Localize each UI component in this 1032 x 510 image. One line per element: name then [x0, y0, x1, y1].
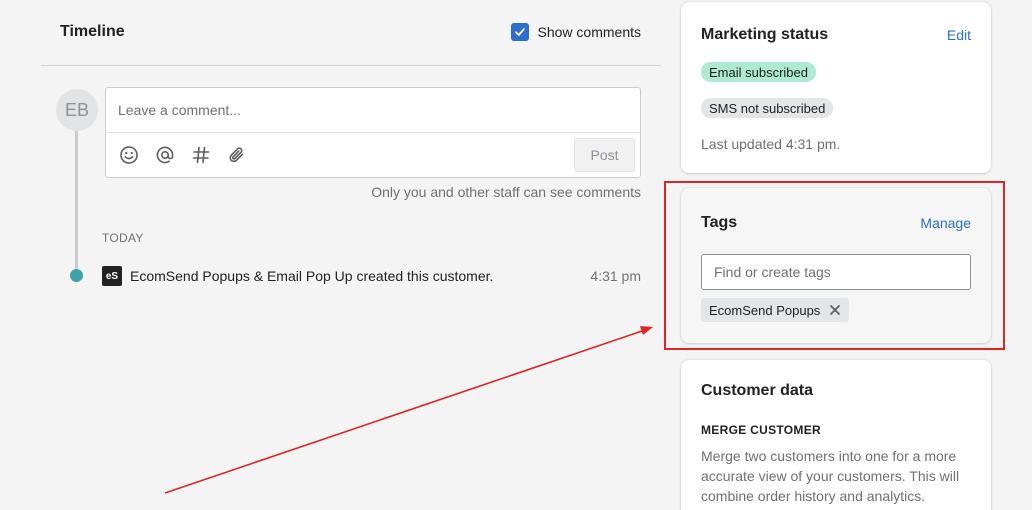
show-comments-toggle[interactable]: Show comments: [510, 23, 641, 41]
timeline-event: eS EcomSend Popups & Email Pop Up create…: [102, 266, 641, 286]
customer-data-card: Customer data MERGE CUSTOMER Merge two c…: [681, 360, 991, 510]
merge-customer-heading: MERGE CUSTOMER: [701, 423, 821, 437]
timeline-title: Timeline: [60, 23, 125, 40]
customer-data-title: Customer data: [701, 382, 814, 399]
email-subscribed-badge: Email subscribed: [701, 62, 816, 82]
event-time: 4:31 pm: [590, 268, 641, 284]
attachment-icon[interactable]: [226, 144, 248, 166]
timeline-section: Timeline Show comments EB Post O: [41, 0, 661, 510]
checkmark-icon: [514, 28, 525, 36]
merge-customer-description: Merge two customers into one for a more …: [701, 448, 960, 504]
emoji-icon[interactable]: [118, 144, 140, 166]
comment-box: Post: [105, 87, 641, 178]
annotation-highlight-box: [664, 181, 1005, 350]
day-label: TODAY: [102, 231, 144, 245]
comment-input[interactable]: [106, 88, 640, 133]
last-updated-text: Last updated 4:31 pm.: [701, 136, 841, 152]
event-text: EcomSend Popups & Email Pop Up created t…: [130, 268, 494, 284]
marketing-status-title: Marketing status: [701, 26, 829, 43]
edit-marketing-link[interactable]: Edit: [947, 27, 971, 43]
timeline-line: [75, 120, 78, 272]
ecomsend-logo-icon: eS: [102, 266, 122, 286]
timeline-dot: [70, 269, 83, 282]
sms-not-subscribed-badge: SMS not subscribed: [701, 98, 834, 118]
marketing-status-card: Marketing status Edit Email subscribed S…: [681, 2, 991, 173]
avatar: EB: [56, 89, 98, 131]
mention-icon[interactable]: [154, 144, 176, 166]
show-comments-checkbox[interactable]: [510, 23, 529, 41]
staff-visibility-note: Only you and other staff can see comment…: [371, 184, 641, 200]
hashtag-icon[interactable]: [190, 144, 212, 166]
post-button[interactable]: Post: [574, 138, 635, 172]
timeline-header: Timeline Show comments: [41, 0, 661, 66]
show-comments-label: Show comments: [537, 24, 641, 40]
comment-tools: [118, 144, 248, 166]
